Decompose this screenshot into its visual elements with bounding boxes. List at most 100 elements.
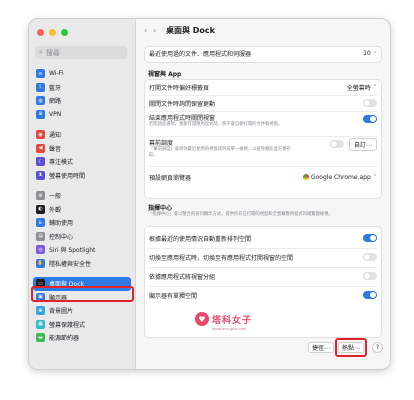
sidebar-item-2-2[interactable]: ♿ 輔助使用 xyxy=(33,216,131,230)
divider xyxy=(149,166,377,167)
sidebar-item-label: VPN xyxy=(49,110,62,118)
hourglass-icon: ⧗ xyxy=(36,170,45,180)
sidebar-item-label: 螢幕使用時間 xyxy=(49,172,86,180)
gear-icon: ⚙ xyxy=(36,191,45,201)
sidebar-item-label: 輔助使用 xyxy=(49,220,74,228)
minimize-button[interactable] xyxy=(49,29,56,36)
sidebar-item-label: 背景圖片 xyxy=(49,308,74,316)
close-windows-label: 結束應用程式時關閉視窗 xyxy=(149,115,216,122)
sidebar-item-label: 網路 xyxy=(49,98,62,106)
sidebar-item-1-1[interactable]: ◀ 聲音 xyxy=(33,142,131,156)
stage-manager-desc: 「幕前調度」會將你最近使用的視窗排列成單一檢視，以避免雜亂並方便存取。 xyxy=(149,147,291,158)
bluetooth-icon: ᛒ xyxy=(36,82,45,92)
sidebar-item-1-2[interactable]: ☾ 專注模式 xyxy=(33,155,131,169)
switch-space-toggle[interactable] xyxy=(363,253,377,261)
sidebar-item-0-1[interactable]: ᛒ 藍牙 xyxy=(33,81,131,95)
watermark-url: www.tech-girlz.com xyxy=(212,327,247,331)
close-button[interactable] xyxy=(37,29,44,36)
battery-icon: ▬ xyxy=(36,333,45,343)
appearance-icon: ◐ xyxy=(36,204,45,214)
nav-gap xyxy=(33,121,131,128)
sidebar-item-label: 通知 xyxy=(49,132,62,140)
sidebar-item-3-2[interactable]: ❀ 背景圖片 xyxy=(33,304,131,318)
sidebar-item-0-2[interactable]: ◍ 網路 xyxy=(33,94,131,108)
stage-manager-toggle[interactable] xyxy=(329,140,344,148)
sidebar-item-label: Siri 與 Spotlight xyxy=(49,247,96,255)
prefer-tabs-label: 打開文件時偏好標籤頁 xyxy=(149,84,210,92)
sidebar-item-1-0[interactable]: ◉ 通知 xyxy=(33,128,131,142)
auto-rearrange-toggle[interactable] xyxy=(363,234,377,242)
sidebar-item-0-3[interactable]: ⊕ VPN xyxy=(33,108,131,122)
window-controls xyxy=(37,29,68,36)
sidebar-item-label: 藍牙 xyxy=(49,84,62,92)
group-windows-row: 依據應用程式將視窗分組 xyxy=(144,268,382,284)
globe-icon: ◍ xyxy=(36,96,45,106)
switch-space-row: 切換至應用程式時，切換至有應用程式打開視窗的空間 xyxy=(144,249,382,265)
sidebar-item-2-3[interactable]: ▤ 控制中心 xyxy=(33,230,131,244)
sidebar-item-2-4[interactable]: ◎ Siri 與 Spotlight xyxy=(33,243,131,257)
recent-count-select[interactable]: 10 ⌃ xyxy=(363,50,377,57)
sidebar-item-label: 外觀 xyxy=(49,206,62,214)
search-input[interactable]: ⌕ 搜尋 xyxy=(35,46,127,59)
titlebar: ‹ › 桌面與 Dock xyxy=(136,19,390,41)
ask-keep-label: 關閉文件時詢問保留更動 xyxy=(149,100,216,108)
sidebar-item-2-5[interactable]: ✋ 隱私權與安全性 xyxy=(33,257,131,271)
sidebar-item-1-3[interactable]: ⧗ 螢幕使用時間 xyxy=(33,169,131,183)
recent-row: 最近使用過的文件、應用程式和伺服器 10 ⌃ xyxy=(144,46,382,61)
switch-space-label: 切換至應用程式時，切換至有應用程式打開視窗的空間 xyxy=(149,254,294,262)
help-button[interactable]: ? xyxy=(372,342,383,353)
sidebar-item-label: 隱私權與安全性 xyxy=(49,260,92,268)
mission-section-title: 指揮中心 xyxy=(148,205,173,212)
wallpaper-icon: ❀ xyxy=(36,306,45,316)
hot-corners-highlight-box xyxy=(335,338,367,357)
close-windows-desc: 若開啟此選項，重新打開應用程式時，將不會自動打開的文件和視窗。 xyxy=(149,122,283,127)
back-icon[interactable]: ‹ xyxy=(144,26,147,35)
recent-label: 最近使用過的文件、應用程式和伺服器 xyxy=(149,51,252,58)
selection-highlight-box xyxy=(31,286,134,302)
divider xyxy=(149,111,377,112)
forward-icon[interactable]: › xyxy=(153,26,156,35)
sidebar-item-label: 螢幕保護程式 xyxy=(49,321,86,329)
sidebar-item-0-0[interactable]: ≋ Wi-Fi xyxy=(33,67,131,81)
separate-spaces-toggle[interactable] xyxy=(363,291,377,299)
sidebar: ⌕ 搜尋 ≋ Wi-Fi ᛒ 藍牙 ◍ 網路 ⊕ VPN ◉ 通知 ◀ 聲音 ☾ 專注模式 ⧗ 螢幕使用時間 ⚙… xyxy=(29,19,136,369)
prefer-tabs-select[interactable]: 全螢幕時 ⌃ xyxy=(347,83,377,92)
stage-manager-label: 幕前調度 xyxy=(149,140,174,147)
separate-spaces-label: 顯示器有單獨空間 xyxy=(149,292,198,300)
sidebar-item-label: 聲音 xyxy=(49,145,62,153)
shortcuts-button[interactable]: 捷徑⋯ xyxy=(308,342,334,353)
watermark-name: 塔科女子 xyxy=(212,315,253,326)
moon-icon: ☾ xyxy=(36,157,45,167)
sidebar-item-2-1[interactable]: ◐ 外觀 xyxy=(33,203,131,217)
nav-gap xyxy=(33,182,131,189)
sidebar-item-label: 控制中心 xyxy=(49,233,74,241)
page-title: 桌面與 Dock xyxy=(166,25,215,35)
bell-icon: ◉ xyxy=(36,130,45,140)
separate-spaces-row: 顯示器有單獨空間 xyxy=(144,287,382,303)
chevron-updown-icon: ⌃ xyxy=(372,174,377,180)
mission-desc: 「指揮中心」會以整合的排列顯示方式，提供所有已打開的視窗和全螢幕應用程式的縮覽圖… xyxy=(148,212,333,217)
close-windows-toggle[interactable] xyxy=(363,115,377,123)
group-windows-toggle[interactable] xyxy=(363,272,377,280)
sidebar-item-label: Wi-Fi xyxy=(49,70,64,78)
sidebar-item-2-0[interactable]: ⚙ 一般 xyxy=(33,189,131,203)
zoom-button[interactable] xyxy=(61,29,68,36)
sidebar-item-3-3[interactable]: ▦ 螢幕保護程式 xyxy=(33,318,131,332)
screensaver-icon: ▦ xyxy=(36,319,45,329)
watermark-logo-icon: ♥ xyxy=(195,312,209,326)
main-pane: ‹ › 桌面與 Dock 最近使用過的文件、應用程式和伺服器 10 ⌃ 視窗與 A… xyxy=(136,19,390,369)
divider xyxy=(149,136,377,137)
sidebar-item-label: 一般 xyxy=(49,193,62,201)
prefer-tabs-row: 打開文件時偏好標籤頁 全螢幕時 ⌃ xyxy=(144,79,382,95)
ask-keep-row: 關閉文件時詢問保留更動 xyxy=(144,95,382,111)
sidebar-item-label: 專注模式 xyxy=(49,159,74,167)
stage-manager-customize-button[interactable]: 自訂⋯ xyxy=(348,138,377,151)
ask-keep-toggle[interactable] xyxy=(363,99,377,107)
vpn-icon: ⊕ xyxy=(36,109,45,119)
default-browser-select[interactable]: Google Chrome.app ⌃ xyxy=(302,174,377,181)
stage-manager-row: 幕前調度 「幕前調度」會將你最近使用的視窗排列成單一檢視，以避免雜亂並方便存取。… xyxy=(144,138,382,164)
hand-icon: ✋ xyxy=(36,258,45,268)
auto-rearrange-label: 根據最近的使用情況自動重新排列空間 xyxy=(149,235,252,243)
auto-rearrange-row: 根據最近的使用情況自動重新排列空間 xyxy=(144,230,382,246)
sidebar-item-3-4[interactable]: ▬ 能源節約器 xyxy=(33,331,131,345)
